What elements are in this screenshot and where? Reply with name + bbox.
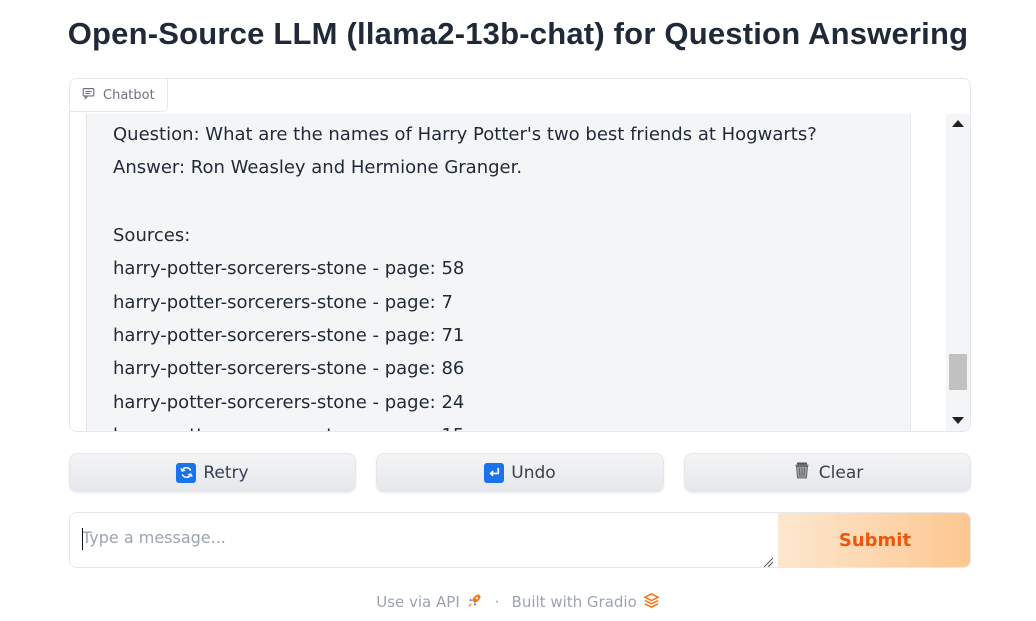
message-input-row: Submit xyxy=(69,512,971,568)
footer-separator: · xyxy=(494,593,500,611)
text-caret xyxy=(82,528,83,550)
message-line: Sources: xyxy=(113,224,191,246)
message-line xyxy=(113,185,910,219)
page-title: Open-Source LLM (llama2-13b-chat) for Qu… xyxy=(67,16,969,51)
built-with-gradio-link[interactable]: Built with Gradio xyxy=(512,592,660,613)
refresh-icon xyxy=(176,462,197,483)
use-via-api-label: Use via API xyxy=(376,593,460,611)
scroll-thumb[interactable] xyxy=(949,354,967,390)
undo-button-label: Undo xyxy=(511,462,556,483)
retry-button[interactable]: Retry xyxy=(69,453,356,492)
clear-button-label: Clear xyxy=(818,462,864,483)
scroll-down-arrow-icon[interactable] xyxy=(952,417,964,424)
message-line: harry-potter-sorcerers-stone - page: 15 xyxy=(113,419,910,431)
chat-bubble-icon xyxy=(82,87,95,104)
clear-button[interactable]: Clear xyxy=(684,453,971,492)
use-via-api-link[interactable]: Use via API xyxy=(376,592,483,613)
message-line: harry-potter-sorcerers-stone - page: 58 xyxy=(113,258,465,280)
message-line: harry-potter-sorcerers-stone - page: 7 xyxy=(113,291,453,313)
chatbot-label-text: Chatbot xyxy=(103,87,155,103)
message-line: harry-potter-sorcerers-stone - page: 24 xyxy=(113,391,465,413)
retry-button-label: Retry xyxy=(203,462,249,483)
message-line: harry-potter-sorcerers-stone - page: 71 xyxy=(113,324,465,346)
footer: Use via API · Built with Gradio xyxy=(0,590,1036,614)
return-arrow-icon xyxy=(484,462,505,483)
trash-can-icon xyxy=(792,460,812,485)
resize-handle-icon[interactable] xyxy=(762,553,774,567)
rocket-icon xyxy=(466,592,483,613)
submit-button[interactable]: Submit xyxy=(778,513,970,567)
bot-message-text: Question: What are the names of Harry Po… xyxy=(87,114,910,431)
chatbot-label: Chatbot xyxy=(70,79,168,112)
scroll-up-arrow-icon[interactable] xyxy=(952,120,964,127)
built-with-gradio-label: Built with Gradio xyxy=(511,593,637,611)
message-line: Question: What are the names of Harry Po… xyxy=(113,124,817,145)
chatbot-panel: Chatbot Question: What are the names of … xyxy=(69,78,971,432)
gradio-logo-icon xyxy=(642,592,660,613)
message-line: Answer: Ron Weasley and Hermione Granger… xyxy=(113,157,523,179)
message-line: harry-potter-sorcerers-stone - page: 86 xyxy=(113,358,465,380)
message-input[interactable] xyxy=(70,513,778,567)
chat-scrollbar[interactable] xyxy=(946,114,970,431)
bot-message: Question: What are the names of Harry Po… xyxy=(86,114,911,431)
undo-button[interactable]: Undo xyxy=(376,453,664,492)
